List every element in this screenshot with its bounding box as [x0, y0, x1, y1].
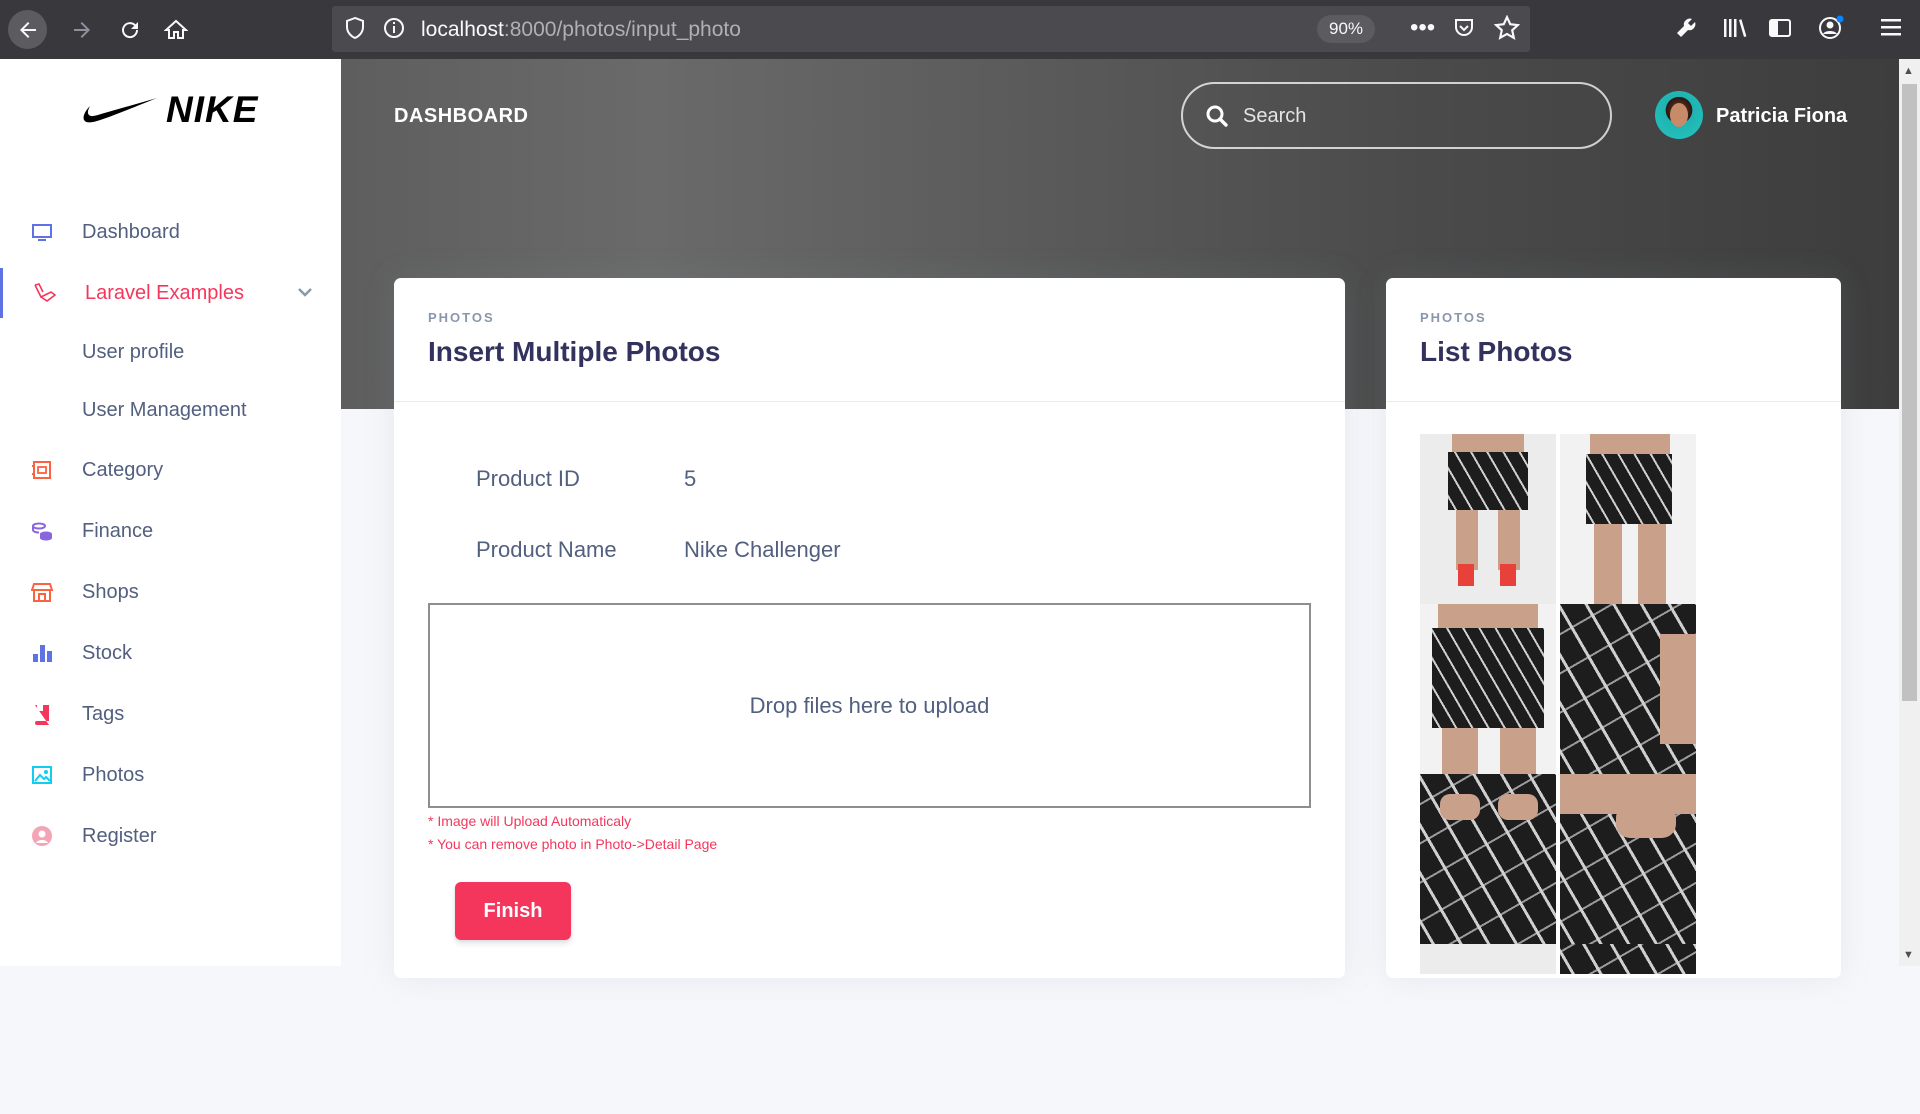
photo-thumbnail[interactable] — [1420, 774, 1556, 944]
browser-toolbar: localhost:8000/photos/input_photo 90% ••… — [0, 0, 1920, 59]
sidebar-item-finance[interactable]: Finance — [0, 506, 341, 556]
chevron-down-icon[interactable] — [298, 284, 312, 302]
photo-thumbnail[interactable] — [1560, 774, 1696, 944]
sidebar-toggle-icon[interactable] — [1768, 16, 1792, 47]
search-icon — [1205, 104, 1229, 133]
remove-note: * You can remove photo in Photo->Detail … — [428, 836, 718, 852]
account-icon[interactable] — [1818, 15, 1844, 48]
category-icon — [30, 458, 54, 482]
photo-grid — [1420, 434, 1696, 1114]
image-icon — [30, 763, 54, 787]
reload-icon — [121, 21, 138, 38]
sidebar-item-category[interactable]: Category — [0, 445, 341, 495]
address-bar[interactable]: localhost:8000/photos/input_photo 90% ••… — [332, 6, 1530, 52]
url-text[interactable]: localhost:8000/photos/input_photo — [421, 18, 741, 42]
wrench-icon[interactable] — [1674, 16, 1698, 47]
card-eyebrow: PHOTOS — [1420, 310, 1487, 325]
url-path: :8000/photos/input_photo — [503, 18, 741, 41]
photo-thumbnail[interactable] — [1420, 604, 1556, 774]
user-circle-icon — [30, 824, 54, 848]
zoom-indicator[interactable]: 90% — [1317, 15, 1375, 43]
sidebar-item-photos[interactable]: Photos — [0, 750, 341, 800]
laravel-icon — [33, 281, 57, 305]
sidebar-subitem-user-profile[interactable]: User profile — [82, 341, 184, 364]
chart-bar-icon — [30, 641, 54, 665]
monitor-icon — [30, 220, 54, 244]
sidebar-item-register[interactable]: Register — [0, 811, 341, 861]
user-name[interactable]: Patricia Fiona — [1716, 105, 1847, 128]
library-icon[interactable] — [1722, 16, 1748, 47]
reload-button[interactable] — [110, 10, 149, 49]
finish-button[interactable]: Finish — [455, 882, 571, 940]
pocket-icon[interactable] — [1452, 16, 1476, 47]
scroll-down-icon[interactable]: ▼ — [1903, 949, 1914, 961]
photo-thumbnail[interactable] — [1560, 944, 1696, 974]
home-icon — [163, 19, 188, 39]
sidebar-item-label: Laravel Examples — [85, 281, 244, 304]
avatar[interactable] — [1655, 91, 1703, 139]
hamburger-menu-icon[interactable] — [1880, 16, 1902, 45]
finance-icon — [30, 519, 54, 543]
home-button[interactable] — [156, 10, 195, 49]
photo-thumbnail[interactable] — [1420, 944, 1556, 974]
search-bar[interactable] — [1181, 82, 1612, 149]
more-icon[interactable]: ••• — [1410, 14, 1435, 42]
card-title: List Photos — [1420, 336, 1573, 367]
product-id-value: 5 — [684, 466, 697, 491]
brand-name: NIKE — [166, 89, 259, 130]
sidebar-item-tags[interactable]: Tags — [0, 689, 341, 739]
nike-swoosh-icon — [83, 98, 157, 123]
file-dropzone[interactable]: Drop files here to upload — [428, 603, 1311, 808]
info-icon[interactable] — [382, 16, 406, 47]
sidebar-item-dashboard[interactable]: Dashboard — [0, 207, 341, 257]
sidebar-item-stock[interactable]: Stock — [0, 628, 341, 678]
sidebar-subitem-user-management[interactable]: User Management — [82, 399, 247, 422]
card-eyebrow: PHOTOS — [428, 310, 495, 325]
product-id-label: Product ID — [476, 466, 580, 491]
photo-thumbnail[interactable] — [1560, 604, 1696, 774]
sidebar-item-laravel-examples[interactable]: Laravel Examples — [0, 268, 341, 318]
shop-icon — [30, 580, 54, 604]
back-button[interactable] — [8, 10, 47, 49]
insert-photos-card: PHOTOS Insert Multiple Photos Product ID… — [394, 278, 1345, 978]
photo-thumbnail[interactable] — [1420, 434, 1556, 604]
search-input[interactable] — [1243, 102, 1583, 130]
sidebar-item-label: Dashboard — [82, 220, 180, 243]
card-header: PHOTOS List Photos — [1386, 278, 1841, 402]
sidebar-item-label: Shops — [82, 580, 139, 603]
shield-icon[interactable] — [344, 16, 366, 47]
page-scrollbar[interactable]: ▲ ▼ — [1899, 59, 1920, 966]
url-host: localhost — [421, 18, 504, 41]
card-title: Insert Multiple Photos — [428, 336, 721, 367]
sidebar-item-label: Tags — [82, 702, 125, 725]
list-photos-card: PHOTOS List Photos — [1386, 278, 1841, 978]
sidebar-item-label: Register — [82, 824, 157, 847]
upload-note: * Image will Upload Automaticaly — [428, 813, 632, 829]
sidebar: NIKE Dashboard Laravel Examples User pro… — [0, 59, 341, 966]
product-name-value: Nike Challenger — [684, 537, 841, 562]
sidebar-item-label: Stock — [82, 641, 133, 664]
scroll-up-icon[interactable]: ▲ — [1903, 65, 1914, 77]
card-header: PHOTOS Insert Multiple Photos — [394, 278, 1345, 402]
book-icon — [30, 702, 54, 726]
arrow-left-icon — [19, 21, 36, 38]
sidebar-item-label: Photos — [82, 763, 145, 786]
sidebar-item-label: Finance — [82, 519, 154, 542]
photo-thumbnail[interactable] — [1560, 434, 1696, 604]
bookmark-star-icon[interactable] — [1493, 14, 1521, 48]
product-name-label: Product Name — [476, 537, 617, 562]
dropzone-text: Drop files here to upload — [749, 692, 990, 718]
page-title[interactable]: DASHBOARD — [394, 105, 529, 128]
scroll-thumb[interactable] — [1902, 84, 1917, 701]
brand-logo[interactable]: NIKE — [82, 89, 258, 131]
sidebar-item-shops[interactable]: Shops — [0, 567, 341, 617]
sidebar-item-label: Category — [82, 458, 164, 481]
arrow-right-icon — [73, 21, 90, 38]
forward-button[interactable] — [62, 10, 101, 49]
